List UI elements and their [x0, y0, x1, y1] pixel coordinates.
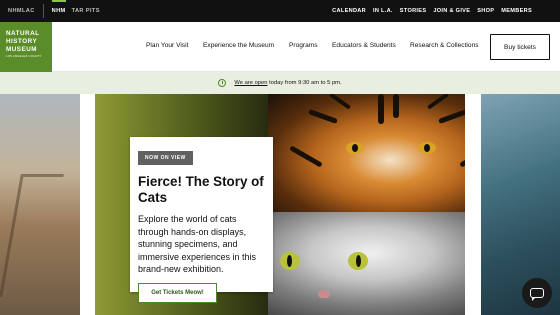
feature-card: NOW ON VIEW Fierce! The Story of Cats Ex… — [130, 137, 273, 303]
utility-link-in-la[interactable]: IN L.A. — [373, 8, 393, 14]
nav-item-research[interactable]: Research & Collections — [410, 42, 479, 49]
utility-nav: CALENDAR IN L.A. STORIES JOIN & GIVE SHO… — [332, 0, 532, 22]
hours-link[interactable]: We are open — [234, 80, 267, 86]
nav-item-experience[interactable]: Experience the Museum — [203, 42, 274, 49]
chat-icon — [530, 288, 544, 301]
hero-slide-previous-image[interactable] — [0, 94, 80, 315]
buy-tickets-button[interactable]: Buy tickets — [490, 34, 550, 60]
logo-line-2: HISTORY — [6, 37, 38, 45]
clock-icon — [218, 79, 227, 87]
main-nav: Plan Your Visit Experience the Museum Pr… — [52, 22, 560, 72]
hours-banner: We are open today from 9:30 am to 5 pm. — [0, 72, 560, 94]
get-tickets-button[interactable]: Get Tickets Meow! — [138, 282, 217, 303]
cat-image — [268, 212, 465, 315]
hero-carousel — [0, 94, 560, 315]
logo-subtitle: LOS ANGELES COUNTY — [6, 54, 42, 59]
chat-button[interactable] — [522, 278, 552, 308]
site-link-nhmlac[interactable]: NHMLAC — [8, 8, 35, 14]
utility-link-join-give[interactable]: JOIN & GIVE — [433, 8, 470, 14]
site-switcher: NHMLAC NHM TAR PITS — [8, 0, 100, 22]
logo-line-3: MUSEUM — [6, 45, 37, 53]
tiger-image — [268, 94, 465, 214]
now-on-view-badge: NOW ON VIEW — [138, 151, 193, 165]
utility-link-calendar[interactable]: CALENDAR — [332, 8, 366, 14]
nav-item-programs[interactable]: Programs — [289, 42, 318, 49]
logo-line-1: NATURAL — [6, 30, 40, 37]
feature-description: Explore the world of cats through hands-… — [138, 214, 257, 275]
site-link-tar-pits[interactable]: TAR PITS — [72, 8, 100, 14]
site-link-nhm[interactable]: NHM — [51, 0, 66, 14]
utility-link-shop[interactable]: SHOP — [477, 8, 494, 14]
museum-logo[interactable]: NATURAL HISTORY MUSEUM LOS ANGELES COUNT… — [0, 22, 52, 72]
hours-text: We are open today from 9:30 am to 5 pm. — [234, 80, 341, 86]
site-divider — [42, 4, 44, 18]
nav-item-plan-your-visit[interactable]: Plan Your Visit — [146, 42, 188, 49]
hours-time: today from 9:30 am to 5 pm. — [269, 80, 342, 86]
hero-slide-next-image[interactable] — [481, 94, 560, 315]
utility-link-members[interactable]: MEMBERS — [501, 8, 532, 14]
top-utility-bar: NHMLAC NHM TAR PITS CALENDAR IN L.A. STO… — [0, 0, 560, 22]
nav-item-educators[interactable]: Educators & Students — [332, 42, 396, 49]
feature-title: Fierce! The Story of Cats — [138, 174, 264, 205]
utility-link-stories[interactable]: STORIES — [400, 8, 427, 14]
